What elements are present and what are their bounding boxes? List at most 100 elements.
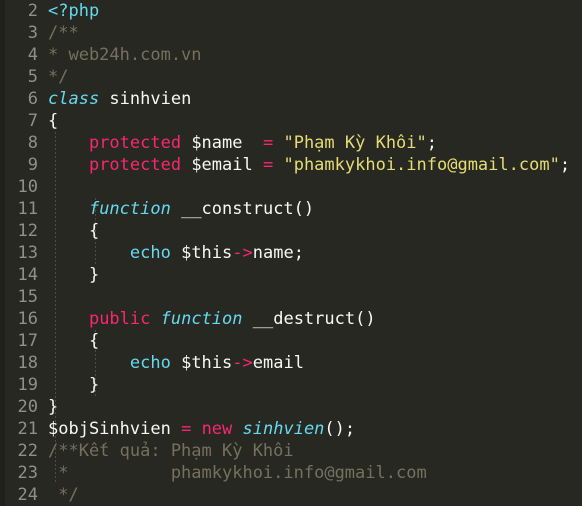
code-token: new [201, 419, 233, 439]
code-token: /**Kết quả: Phạm Kỳ Khôi [48, 441, 294, 461]
code-token: { [48, 331, 100, 351]
line-number: 3 [27, 23, 38, 43]
line-number: 11 [17, 199, 38, 219]
code-token: * phamkykhoi.info@gmail.com [48, 463, 427, 483]
code-line[interactable]: function __construct() [48, 198, 582, 220]
code-line[interactable]: class sinhvien [48, 88, 582, 110]
code-token: (); [324, 419, 356, 439]
line-number: 24 [17, 485, 38, 505]
line-number: 8 [27, 133, 38, 153]
line-number: 2 [27, 1, 38, 21]
code-line[interactable]: $objSinhvien = new sinhvien(); [48, 418, 582, 440]
code-line[interactable]: } [48, 264, 582, 286]
code-token: = [181, 419, 192, 439]
code-token: } [48, 397, 59, 417]
code-token: <?php [48, 1, 100, 21]
code-token: email [252, 353, 304, 373]
code-token: } [48, 265, 100, 285]
line-number: 7 [27, 111, 38, 131]
code-line[interactable]: */ [48, 484, 582, 506]
code-line[interactable]: */ [48, 66, 582, 88]
code-token: protected [88, 155, 182, 175]
line-number: 9 [27, 155, 38, 175]
line-number: 22 [17, 441, 38, 461]
line-number: 4 [27, 45, 38, 65]
code-token: /** [48, 23, 79, 43]
code-token: -> [232, 243, 253, 263]
line-number: 19 [17, 375, 38, 395]
editor-edge-strip [0, 0, 5, 506]
line-number: 23 [17, 463, 38, 483]
code-line[interactable]: { [48, 110, 582, 132]
code-token: sinhvien [99, 89, 192, 109]
code-token: $objSinhvien [48, 419, 182, 439]
code-line[interactable]: echo $this->name; [48, 242, 582, 264]
code-line[interactable]: } [48, 396, 582, 418]
code-line[interactable]: * phamkykhoi.info@gmail.com [48, 462, 582, 484]
code-line[interactable]: { [48, 330, 582, 352]
code-content[interactable]: <?php/** * web24h.com.vn */class sinhvien{… [48, 0, 582, 506]
line-number-gutter: 2 3 4 5 6 7 8 9 10 11 12 13 14 15 16 17 18 19 20 21 22 23 24 [0, 0, 44, 506]
line-number: 6 [27, 89, 38, 109]
line-number: 10 [17, 177, 38, 197]
line-number: 5 [27, 67, 38, 87]
code-line[interactable]: public function __destruct() [48, 308, 582, 330]
line-number: 15 [17, 287, 38, 307]
code-line[interactable]: /** [48, 22, 582, 44]
code-token: */ [48, 67, 69, 87]
code-token: "Phạm Kỳ Khôi" [283, 133, 427, 153]
code-line[interactable] [48, 176, 582, 198]
code-token: "phamkykhoi.info@gmail.com" [283, 155, 560, 175]
line-number: 17 [17, 331, 38, 351]
code-token: echo [129, 243, 171, 263]
code-token: $this [170, 353, 233, 373]
code-token: * web24h.com.vn [48, 45, 202, 65]
code-line[interactable]: <?php [48, 0, 582, 22]
line-number: 12 [17, 221, 38, 241]
code-token: public [88, 309, 151, 329]
code-line[interactable]: protected $email = "phamkykhoi.info@gmai… [48, 154, 582, 176]
code-token: { [48, 221, 100, 241]
line-number: 16 [17, 309, 38, 329]
code-line[interactable] [48, 286, 582, 308]
line-number: 21 [17, 419, 38, 439]
code-token: ; [426, 133, 438, 153]
line-number: 14 [17, 265, 38, 285]
code-token: */ [48, 485, 79, 505]
code-token: ; [559, 155, 571, 175]
line-number: 13 [17, 243, 38, 263]
code-token: function [88, 199, 171, 219]
code-token: __construct() [170, 199, 315, 219]
code-line[interactable]: echo $this->email [48, 352, 582, 374]
code-token: $email [181, 155, 263, 175]
code-line[interactable]: protected $name = "Phạm Kỳ Khôi"; [48, 132, 582, 154]
code-line[interactable]: } [48, 374, 582, 396]
code-token: class [48, 89, 100, 109]
code-token: echo [129, 353, 171, 373]
code-line[interactable]: * web24h.com.vn [48, 44, 582, 66]
code-editor[interactable]: 2 3 4 5 6 7 8 9 10 11 12 13 14 15 16 17 18 19 20 21 22 23 24 <… [0, 0, 582, 506]
code-line[interactable]: /**Kết quả: Phạm Kỳ Khôi [48, 440, 582, 462]
code-token: $this [170, 243, 233, 263]
code-token: protected [88, 133, 182, 153]
line-number: 20 [17, 397, 38, 417]
code-token: = [262, 155, 274, 175]
code-token: name; [252, 243, 304, 263]
code-token: = [262, 133, 274, 153]
code-token: $name [181, 133, 263, 153]
code-token: -> [232, 353, 253, 373]
code-line[interactable]: { [48, 220, 582, 242]
code-token: } [48, 375, 100, 395]
code-token: { [48, 111, 59, 131]
